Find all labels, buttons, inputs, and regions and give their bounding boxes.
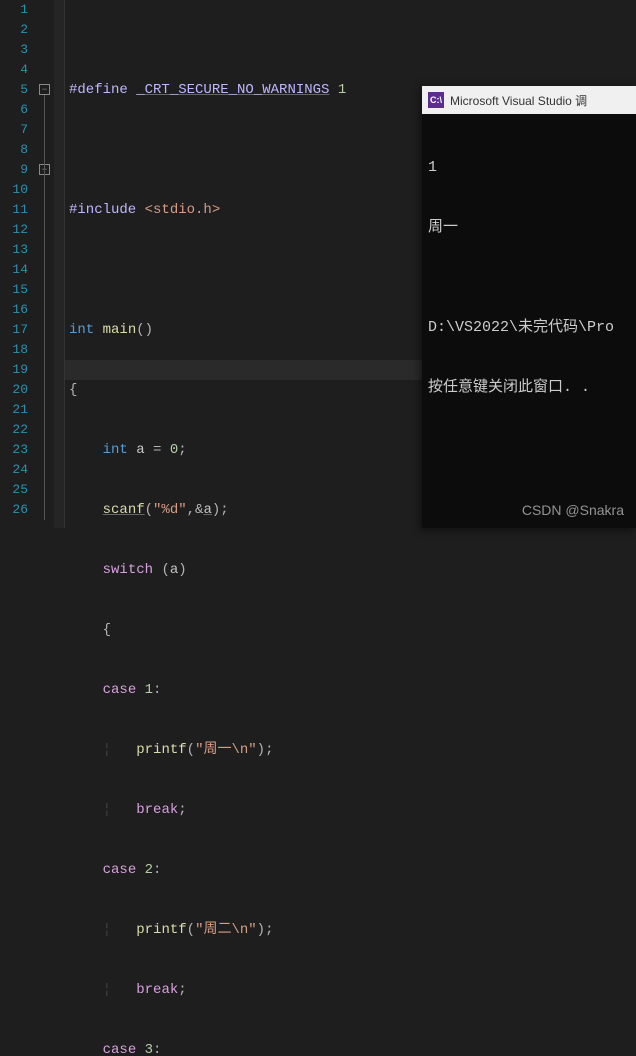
code-line[interactable]: case 2: [69,860,636,880]
line-number: 2 [0,20,28,40]
line-number: 4 [0,60,28,80]
line-number: 25 [0,480,28,500]
console-window[interactable]: C:\ Microsoft Visual Studio 调 1 周一 D:\VS… [422,86,636,528]
gutter: 1234567891011121314151617181920212223242… [0,0,65,528]
line-number: 9 [0,160,28,180]
line-number: 15 [0,280,28,300]
line-number: 6 [0,100,28,120]
vs-icon: C:\ [428,92,444,108]
margin-guide [54,0,64,528]
line-number: 23 [0,440,28,460]
code-line[interactable]: ¦ printf("周二\n"); [69,920,636,940]
line-number: 14 [0,260,28,280]
watermark: CSDN @Snakra [522,502,624,518]
console-title: Microsoft Visual Studio 调 [450,92,587,109]
line-number: 18 [0,340,28,360]
line-number: 22 [0,420,28,440]
line-number: 12 [0,220,28,240]
line-number: 11 [0,200,28,220]
line-number: 8 [0,140,28,160]
line-number: 10 [0,180,28,200]
line-number: 7 [0,120,28,140]
code-line[interactable]: case 3: [69,1040,636,1056]
fold-column: − − [36,0,54,528]
line-number: 13 [0,240,28,260]
console-output: 1 周一 D:\VS2022\未完代码\Pro 按任意键关闭此窗口. . [422,114,636,442]
code-line[interactable]: { [69,620,636,640]
line-numbers: 1234567891011121314151617181920212223242… [0,0,36,528]
line-number: 1 [0,0,28,20]
code-line[interactable]: case 1: [69,680,636,700]
console-titlebar[interactable]: C:\ Microsoft Visual Studio 调 [422,86,636,114]
code-line[interactable]: ¦ printf("周一\n"); [69,740,636,760]
line-number: 3 [0,40,28,60]
line-number: 20 [0,380,28,400]
line-number: 21 [0,400,28,420]
line-number: 26 [0,500,28,520]
line-number: 24 [0,460,28,480]
line-number: 19 [0,360,28,380]
code-line[interactable]: ¦ break; [69,980,636,1000]
code-line[interactable]: ¦ break; [69,800,636,820]
line-number: 16 [0,300,28,320]
code-line[interactable]: switch (a) [69,560,636,580]
line-number: 5 [0,80,28,100]
fold-toggle-main[interactable]: − [39,84,50,95]
line-number: 17 [0,320,28,340]
